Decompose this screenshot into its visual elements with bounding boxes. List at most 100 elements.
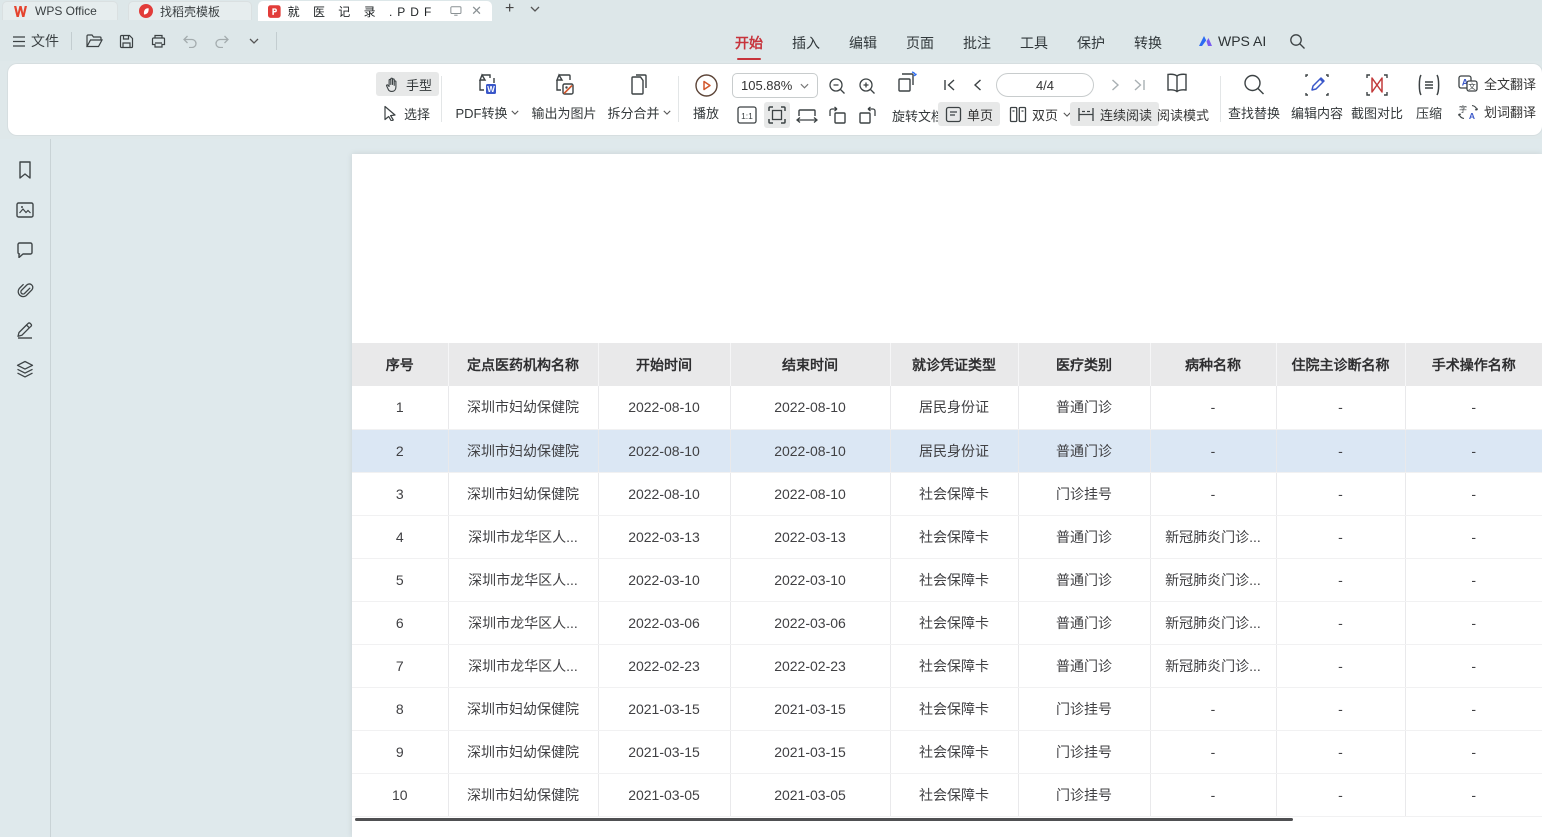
word-translate-icon: 字A	[1458, 103, 1478, 121]
tab-docer-templates[interactable]: 找稻壳模板	[128, 1, 252, 20]
search-icon[interactable]	[1289, 33, 1306, 50]
chevron-right-icon	[1111, 79, 1120, 91]
double-page-button[interactable]: 双页	[1002, 102, 1078, 126]
pdf-convert-button[interactable]: W PDF转换	[448, 70, 526, 122]
single-page-icon	[945, 106, 962, 123]
attachment-icon[interactable]	[13, 278, 37, 302]
print-button[interactable]	[148, 31, 168, 51]
menu-item-protect[interactable]: 保护	[1077, 30, 1105, 53]
new-tab-button[interactable]: +	[505, 0, 514, 18]
table-cell: 3	[352, 472, 448, 515]
continuous-read-button[interactable]: 连续阅读	[1070, 102, 1159, 126]
table-cell: 新冠肺炎门诊...	[1150, 601, 1276, 644]
table-cell: 社会保障卡	[890, 472, 1018, 515]
actual-size-button[interactable]: 1:1	[734, 102, 760, 128]
previous-page-button[interactable]	[966, 73, 988, 97]
find-replace-button[interactable]: 查找替换	[1224, 70, 1284, 122]
table-row: 2深圳市妇幼保健院2022-08-102022-08-10居民身份证普通门诊--…	[352, 429, 1542, 472]
zoom-in-button[interactable]	[854, 73, 880, 99]
full-translate-label: 全文翻译	[1484, 74, 1536, 93]
rotate-document-label[interactable]: 旋转文档	[892, 106, 944, 125]
read-mode-button[interactable]: 阅读模式	[1150, 102, 1216, 126]
menu-item-home[interactable]: 开始	[735, 30, 763, 53]
fit-width-button[interactable]	[794, 102, 820, 128]
fit-page-icon	[767, 105, 787, 125]
fit-page-button[interactable]	[764, 102, 790, 128]
medical-records-table: 序号定点医药机构名称开始时间结束时间就诊凭证类型医疗类别病种名称住院主诊断名称手…	[352, 343, 1542, 817]
rotate-left-button[interactable]	[824, 102, 850, 128]
rotate-document-button[interactable]	[894, 70, 920, 96]
layers-icon[interactable]	[13, 357, 37, 381]
column-header: 手术操作名称	[1405, 343, 1542, 386]
page-number-input[interactable]: 4/4	[996, 73, 1094, 97]
menu-item-page[interactable]: 页面	[906, 30, 934, 53]
table-row: 5深圳市龙华区人...2022-03-102022-03-10社会保障卡普通门诊…	[352, 558, 1542, 601]
menu-item-convert[interactable]: 转换	[1134, 30, 1162, 53]
comment-icon[interactable]	[13, 238, 37, 262]
tab-wps-office[interactable]: WPS Office	[2, 1, 118, 20]
first-page-icon	[943, 79, 956, 91]
double-page-label: 双页	[1032, 105, 1058, 124]
cursor-icon	[383, 105, 398, 121]
redo-icon	[214, 35, 230, 48]
thumbnail-icon[interactable]	[13, 198, 37, 222]
last-page-button[interactable]	[1128, 73, 1150, 97]
table-cell: 新冠肺炎门诊...	[1150, 644, 1276, 687]
screenshot-compare-button[interactable]: 截图对比	[1348, 70, 1406, 122]
tab-bar: WPS Office 找稻壳模板 就 医 记 录 .PDF ✕ +	[0, 0, 1542, 21]
monitor-icon[interactable]	[450, 5, 462, 17]
wps-ai-button[interactable]: WPS AI	[1197, 33, 1266, 49]
menu-item-annotate[interactable]: 批注	[963, 30, 991, 53]
next-page-button[interactable]	[1104, 73, 1126, 97]
hand-tool-button[interactable]: 手型	[376, 72, 439, 96]
compress-label: 压缩	[1416, 103, 1442, 122]
pdf-convert-icon: W	[474, 72, 500, 98]
pdf-file-icon	[268, 4, 281, 19]
table-cell: -	[1405, 687, 1542, 730]
zoom-out-button[interactable]	[824, 73, 850, 99]
close-tab-icon[interactable]: ✕	[471, 3, 482, 19]
tab-document-pdf[interactable]: 就 医 记 录 .PDF ✕	[258, 1, 492, 21]
signature-icon[interactable]	[13, 317, 37, 341]
open-file-button[interactable]	[84, 31, 104, 51]
export-image-icon	[551, 72, 577, 98]
table-cell: -	[1405, 773, 1542, 816]
rotate-right-button[interactable]	[854, 102, 880, 128]
table-cell: 门诊挂号	[1018, 472, 1150, 515]
export-image-button[interactable]: 输出为图片	[526, 70, 602, 122]
document-area: 序号定点医药机构名称开始时间结束时间就诊凭证类型医疗类别病种名称住院主诊断名称手…	[0, 139, 1542, 837]
full-translate-button[interactable]: A文 全文翻译	[1458, 74, 1536, 93]
single-page-button[interactable]: 单页	[938, 102, 1000, 126]
file-menu-button[interactable]: 文件	[12, 31, 59, 51]
undo-button[interactable]	[180, 31, 200, 51]
table-cell: -	[1405, 472, 1542, 515]
bookmark-icon[interactable]	[13, 158, 37, 182]
table-cell: -	[1405, 558, 1542, 601]
compress-button[interactable]: 压缩	[1408, 70, 1450, 122]
menu-item-edit[interactable]: 编辑	[849, 30, 877, 53]
menu-item-tools[interactable]: 工具	[1020, 30, 1048, 53]
edit-content-button[interactable]: 编辑内容	[1288, 70, 1346, 122]
select-tool-button[interactable]: 选择	[376, 101, 437, 125]
undo-icon	[182, 35, 198, 48]
read-mode-icon-button[interactable]	[1164, 70, 1190, 96]
split-merge-button[interactable]: 拆分合并	[602, 70, 676, 122]
table-bottom-scrollbar[interactable]	[355, 818, 1293, 821]
table-cell: 1	[352, 386, 448, 429]
redo-button[interactable]	[212, 31, 232, 51]
menu-item-insert[interactable]: 插入	[792, 30, 820, 53]
save-button[interactable]	[116, 31, 136, 51]
table-cell: -	[1405, 515, 1542, 558]
first-page-button[interactable]	[938, 73, 960, 97]
quick-access-chevron[interactable]	[244, 31, 264, 51]
zoom-level-dropdown[interactable]: 105.88%	[732, 73, 818, 98]
table-cell: 社会保障卡	[890, 730, 1018, 773]
wps-logo-icon	[13, 5, 28, 18]
word-translate-button[interactable]: 字A 划词翻译	[1458, 102, 1542, 121]
table-cell: 深圳市妇幼保健院	[448, 429, 598, 472]
zoom-level-value: 105.88%	[741, 78, 792, 93]
tab-list-chevron-icon[interactable]	[530, 6, 540, 12]
play-button[interactable]: 播放	[684, 70, 728, 122]
chevron-down-icon	[663, 110, 671, 115]
split-merge-icon	[627, 72, 651, 98]
